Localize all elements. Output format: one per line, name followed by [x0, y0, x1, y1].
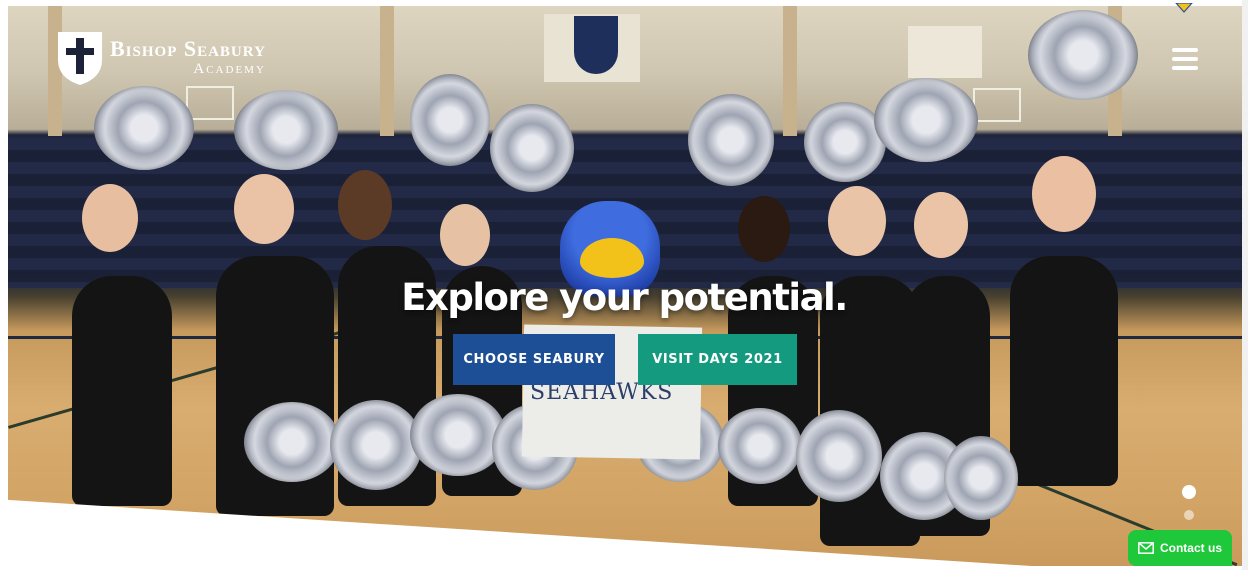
person-head [828, 186, 886, 256]
logo-line2: Academy [193, 61, 266, 77]
choose-seabury-button[interactable]: CHOOSE SEABURY [453, 334, 615, 385]
pom-pom [688, 94, 774, 186]
person-head [440, 204, 490, 266]
accessibility-icon[interactable] [1174, 0, 1194, 13]
person-head [1032, 156, 1096, 232]
logo-line1: Bishop Seabury [110, 36, 266, 61]
mascot-beak [580, 238, 644, 278]
envelope-icon [1138, 542, 1154, 554]
hamburger-menu-icon[interactable] [1172, 48, 1198, 72]
person-head [738, 196, 790, 262]
person-head [914, 192, 968, 258]
pom-pom [410, 394, 506, 476]
person-head [234, 174, 294, 244]
student-section-sign [908, 26, 982, 78]
pom-pom [94, 86, 194, 170]
pom-pom [410, 74, 490, 166]
gym-beam [380, 6, 394, 136]
person-head [338, 170, 392, 240]
pom-pom [244, 402, 340, 482]
pom-pom [234, 90, 338, 170]
visit-days-button[interactable]: VISIT DAYS 2021 [638, 334, 797, 385]
pom-pom [874, 78, 978, 162]
cross-crest-icon [56, 30, 104, 86]
basketball-backboard [973, 88, 1021, 122]
hero-headline: Explore your potential. [401, 276, 848, 319]
gym-beam [783, 6, 797, 136]
pom-pom [944, 436, 1018, 520]
slider-dot-active[interactable] [1182, 485, 1196, 499]
pom-pom [718, 408, 802, 484]
banner-shield [574, 16, 618, 74]
contact-label: Contact us [1159, 541, 1222, 555]
contact-us-button[interactable]: Contact us [1128, 530, 1232, 566]
pom-pom [1028, 10, 1138, 100]
person-head [82, 184, 138, 252]
pom-pom [330, 400, 422, 490]
basketball-backboard [186, 86, 234, 120]
pom-pom [490, 104, 574, 192]
slider-dot[interactable] [1184, 510, 1194, 520]
site-logo[interactable]: Bishop Seabury Academy [56, 30, 266, 86]
pom-pom [796, 410, 882, 502]
